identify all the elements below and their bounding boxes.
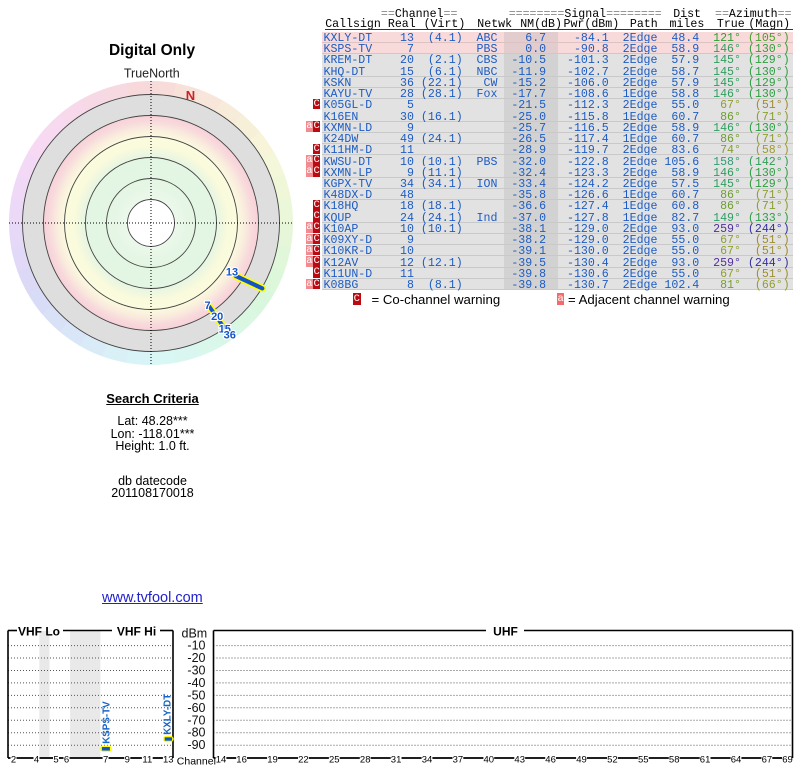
svg-text:25: 25 — [329, 754, 340, 765]
svg-text:19: 19 — [267, 754, 278, 765]
svg-text:31: 31 — [391, 754, 402, 765]
svg-text:TrueNorth: TrueNorth — [124, 67, 180, 81]
svg-text:58: 58 — [669, 754, 680, 765]
svg-text:VHF Hi: VHF Hi — [117, 625, 156, 639]
svg-text:13: 13 — [163, 754, 174, 765]
svg-text:64: 64 — [731, 754, 742, 765]
svg-text:55: 55 — [638, 754, 649, 765]
svg-text:49: 49 — [576, 754, 587, 765]
svg-text:7: 7 — [205, 300, 211, 312]
svg-text:20: 20 — [211, 311, 223, 323]
svg-text:6: 6 — [64, 754, 69, 765]
svg-text:KSPS-TV: KSPS-TV — [101, 701, 112, 744]
svg-text:36: 36 — [224, 329, 236, 341]
svg-text:34: 34 — [422, 754, 433, 765]
svg-text:11: 11 — [142, 754, 152, 765]
svg-text:13: 13 — [226, 266, 238, 278]
svg-text:Channel: Channel — [177, 756, 216, 768]
svg-text:43: 43 — [514, 754, 525, 765]
svg-text:52: 52 — [607, 754, 618, 765]
svg-text:UHF: UHF — [493, 625, 518, 639]
svg-text:2: 2 — [11, 754, 16, 765]
svg-text:9: 9 — [125, 754, 130, 765]
svg-text:28: 28 — [360, 754, 371, 765]
svg-text:KXLY-DT: KXLY-DT — [163, 694, 174, 735]
svg-text:37: 37 — [453, 754, 464, 765]
svg-text:7: 7 — [103, 754, 108, 765]
svg-text:4: 4 — [34, 754, 39, 765]
svg-text:14: 14 — [216, 754, 227, 765]
svg-text:69: 69 — [782, 754, 793, 765]
svg-text:67: 67 — [762, 754, 773, 765]
svg-text:16: 16 — [236, 754, 247, 765]
svg-text:40: 40 — [484, 754, 495, 765]
svg-text:VHF Lo: VHF Lo — [18, 625, 60, 639]
svg-text:61: 61 — [700, 754, 711, 765]
svg-text:22: 22 — [298, 754, 309, 765]
svg-text:-90: -90 — [187, 738, 205, 752]
svg-text:46: 46 — [545, 754, 556, 765]
svg-text:5: 5 — [53, 754, 58, 765]
svg-text:N: N — [186, 88, 195, 103]
